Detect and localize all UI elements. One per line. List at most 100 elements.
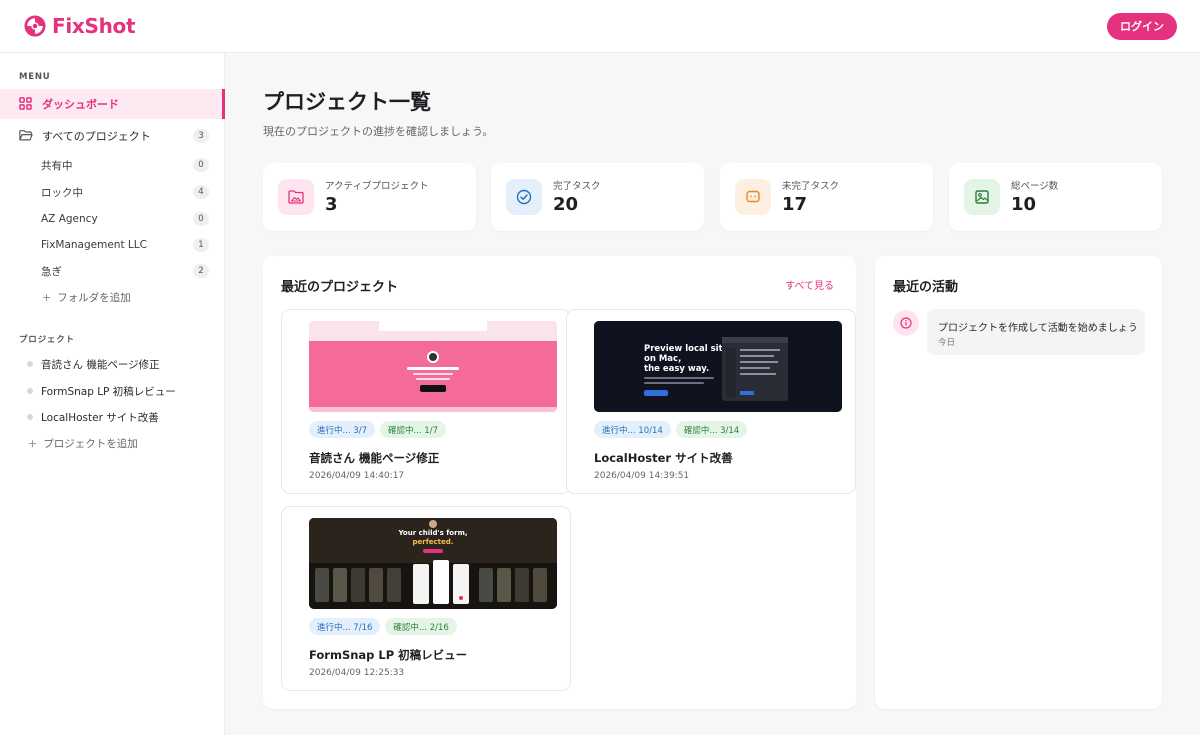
stat-value: 3 xyxy=(325,194,338,215)
thumbnail-headline-2: on Mac, xyxy=(644,354,681,364)
add-folder-label: フォルダを追加 xyxy=(57,291,131,304)
activity-date: 今日 xyxy=(938,338,956,348)
recent-activity-title: 最近の活動 xyxy=(893,280,959,295)
thumbnail-headline-1: Your child's form, xyxy=(397,529,467,537)
page-title: プロジェクト一覧 xyxy=(263,90,431,114)
sidebar-item-all-projects[interactable]: すべてのプロジェクト 3 xyxy=(0,121,225,151)
sidebar-folder-fixmanagement[interactable]: FixManagement LLC 1 xyxy=(0,234,225,256)
dot-icon xyxy=(27,361,33,367)
thumbnail-image: Preview local sites on Mac, the easy way… xyxy=(594,321,842,412)
add-project-button[interactable]: + プロジェクトを追加 xyxy=(28,432,138,454)
project-thumbnail xyxy=(309,321,557,412)
folder-image-icon xyxy=(278,179,314,215)
count-badge: 2 xyxy=(193,264,209,278)
project-card[interactable]: 進行中... 3/7 確認中... 1/7 音読さん 機能ページ修正 2026/… xyxy=(281,309,571,494)
stat-value: 17 xyxy=(782,194,808,215)
top-header: FixShot ログイン xyxy=(0,0,1200,53)
recent-projects-panel: 最近のプロジェクト すべて見る 進行中... 3/7 確認中... 1/7 音読… xyxy=(263,256,856,709)
project-label: 音読さん 機能ページ修正 xyxy=(41,358,160,371)
menu-section-label: MENU xyxy=(19,72,51,82)
check-circle-icon xyxy=(506,179,542,215)
image-icon xyxy=(964,179,1000,215)
sidebar-project-localhoster[interactable]: LocalHoster サイト改善 xyxy=(0,406,225,428)
progress-tag: 進行中... 7/16 xyxy=(309,618,381,635)
sidebar-project-formsnap[interactable]: FormSnap LP 初稿レビュー xyxy=(0,380,225,402)
sidebar-project-ondoku[interactable]: 音読さん 機能ページ修正 xyxy=(0,353,225,375)
sidebar-folder-urgent[interactable]: 急ぎ 2 xyxy=(0,260,225,282)
sidebar: MENU ダッシュボード すべてのプロジェクト 3 共有中 0 ロック中 4 A… xyxy=(0,53,225,735)
count-badge: 4 xyxy=(193,185,209,199)
thumbnail-image xyxy=(309,321,557,412)
grid-icon xyxy=(19,97,33,111)
folder-label: ロック中 xyxy=(41,186,83,199)
count-badge: 0 xyxy=(193,212,209,226)
app-logo[interactable]: FixShot xyxy=(24,14,136,38)
see-all-link[interactable]: すべて見る xyxy=(785,277,834,292)
app-name: FixShot xyxy=(52,14,136,38)
folder-label: 急ぎ xyxy=(41,265,62,278)
recent-activity-panel: 最近の活動 プロジェクトを作成して活動を始めましょう 今日 xyxy=(875,256,1162,709)
stat-label: 総ページ数 xyxy=(1011,181,1059,192)
fixshot-logo-icon xyxy=(24,15,46,37)
project-date: 2026/04/09 12:25:33 xyxy=(309,668,405,678)
thumbnail-headline-1: Preview local sites xyxy=(644,344,733,354)
thumbnail-image: Your child's form, perfected. xyxy=(309,518,557,609)
project-card[interactable]: Your child's form, perfected. 進行中... 7/1… xyxy=(281,506,571,691)
info-icon xyxy=(893,310,919,336)
stat-label: アクティブプロジェクト xyxy=(325,181,429,192)
stat-card-active-projects: アクティブプロジェクト 3 xyxy=(263,163,476,231)
review-tag: 確認中... 1/7 xyxy=(380,421,446,438)
folder-label: FixManagement LLC xyxy=(41,239,147,251)
project-card[interactable]: Preview local sites on Mac, the easy way… xyxy=(566,309,856,494)
project-label: LocalHoster サイト改善 xyxy=(41,411,159,424)
login-button[interactable]: ログイン xyxy=(1107,12,1177,40)
activity-text: プロジェクトを作成して活動を始めましょう xyxy=(938,323,1138,334)
dot-icon xyxy=(27,414,33,420)
project-date: 2026/04/09 14:40:17 xyxy=(309,471,405,481)
sidebar-folder-az-agency[interactable]: AZ Agency 0 xyxy=(0,208,225,230)
project-name: FormSnap LP 初稿レビュー xyxy=(309,648,468,662)
stat-value: 20 xyxy=(553,194,579,215)
plus-icon: + xyxy=(28,436,38,450)
plus-icon: + xyxy=(42,290,52,304)
review-tag: 確認中... 3/14 xyxy=(675,421,748,438)
thumbnail-headline-2: perfected. xyxy=(413,538,454,546)
sidebar-item-label: ダッシュボード xyxy=(42,98,119,111)
stat-card-pending-tasks: 未完了タスク 17 xyxy=(720,163,933,231)
status-tags: 進行中... 3/7 確認中... 1/7 xyxy=(309,421,446,438)
count-badge: 0 xyxy=(193,158,209,172)
sidebar-folder-shared[interactable]: 共有中 0 xyxy=(0,154,225,176)
status-tags: 進行中... 7/16 確認中... 2/16 xyxy=(309,618,457,635)
project-thumbnail: Preview local sites on Mac, the easy way… xyxy=(594,321,842,412)
folder-label: 共有中 xyxy=(41,159,73,172)
count-badge: 1 xyxy=(193,238,209,252)
projects-section-label: プロジェクト xyxy=(19,335,75,345)
progress-tag: 進行中... 3/7 xyxy=(309,421,375,438)
page-subtitle: 現在のプロジェクトの進捗を確認しましょう。 xyxy=(263,125,494,138)
count-badge: 3 xyxy=(193,129,209,143)
recent-projects-title: 最近のプロジェクト xyxy=(281,280,399,295)
project-name: 音読さん 機能ページ修正 xyxy=(309,451,440,465)
project-date: 2026/04/09 14:39:51 xyxy=(594,471,690,481)
stat-value: 10 xyxy=(1011,194,1037,215)
sidebar-item-label: すべてのプロジェクト xyxy=(42,130,151,143)
project-name: LocalHoster サイト改善 xyxy=(594,451,733,465)
activity-item: プロジェクトを作成して活動を始めましょう 今日 xyxy=(927,309,1145,355)
thumbnail-headline-3: the easy way. xyxy=(644,364,709,374)
stat-card-total-pages: 総ページ数 10 xyxy=(949,163,1162,231)
add-project-label: プロジェクトを追加 xyxy=(43,437,138,450)
folder-open-icon xyxy=(19,129,33,143)
add-folder-button[interactable]: + フォルダを追加 xyxy=(42,286,131,308)
stat-label: 完了タスク xyxy=(553,181,601,192)
sidebar-item-dashboard[interactable]: ダッシュボード xyxy=(0,89,225,119)
stat-label: 未完了タスク xyxy=(782,181,840,192)
stat-card-completed-tasks: 完了タスク 20 xyxy=(491,163,704,231)
progress-tag: 進行中... 10/14 xyxy=(594,421,671,438)
dot-icon xyxy=(27,388,33,394)
project-thumbnail: Your child's form, perfected. xyxy=(309,518,557,609)
sidebar-folder-locked[interactable]: ロック中 4 xyxy=(0,181,225,203)
folder-label: AZ Agency xyxy=(41,213,98,225)
status-tags: 進行中... 10/14 確認中... 3/14 xyxy=(594,421,748,438)
review-tag: 確認中... 2/16 xyxy=(385,618,457,635)
chat-icon xyxy=(735,179,771,215)
